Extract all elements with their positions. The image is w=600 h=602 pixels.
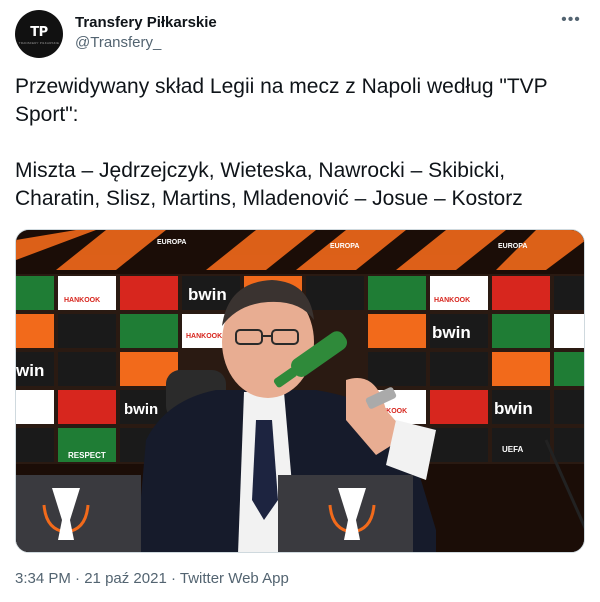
svg-text:EUROPA: EUROPA: [498, 243, 527, 250]
svg-text:EUROPA: EUROPA: [330, 243, 359, 250]
tweet-photo[interactable]: EUROPA EUROPA EUROPA bwin bwin win bwin …: [15, 229, 585, 553]
svg-text:RESPECT: RESPECT: [68, 451, 106, 460]
tweet-footer: 3:34 PM · 21 paź 2021 · Twitter Web App: [15, 570, 289, 587]
tweet-date[interactable]: 21 paź 2021: [84, 570, 167, 587]
footer-separator: ·: [70, 570, 85, 587]
tweet-time[interactable]: 3:34 PM: [15, 570, 71, 587]
svg-text:bwin: bwin: [188, 285, 227, 304]
avatar-subtitle: TRANSFERY PIŁKARSKIE: [18, 41, 60, 45]
avatar-logo: TP: [30, 25, 48, 40]
author-handle[interactable]: @Transfery_: [75, 34, 161, 51]
author-name[interactable]: Transfery Piłkarskie: [75, 14, 217, 31]
press-conference-photo: EUROPA EUROPA EUROPA bwin bwin win bwin …: [16, 230, 584, 552]
svg-text:HANKOOK: HANKOOK: [186, 333, 222, 340]
svg-text:EUROPA: EUROPA: [157, 239, 186, 246]
svg-text:UEFA: UEFA: [502, 445, 524, 454]
avatar[interactable]: TP TRANSFERY PIŁKARSKIE: [15, 10, 63, 58]
svg-text:HANKOOK: HANKOOK: [64, 297, 100, 304]
tweet-source-app[interactable]: Twitter Web App: [180, 570, 289, 587]
svg-text:bwin: bwin: [432, 323, 471, 342]
tweet-header: TP TRANSFERY PIŁKARSKIE Transfery Piłkar…: [15, 10, 585, 60]
more-options-icon[interactable]: •••: [559, 10, 583, 34]
footer-separator: ·: [166, 570, 180, 587]
svg-text:bwin: bwin: [124, 401, 158, 418]
svg-text:bwin: bwin: [494, 399, 533, 418]
svg-text:win: win: [16, 361, 44, 380]
svg-text:HANKOOK: HANKOOK: [434, 297, 470, 304]
tweet-text: Przewidywany skład Legii na mecz z Napol…: [15, 75, 548, 210]
